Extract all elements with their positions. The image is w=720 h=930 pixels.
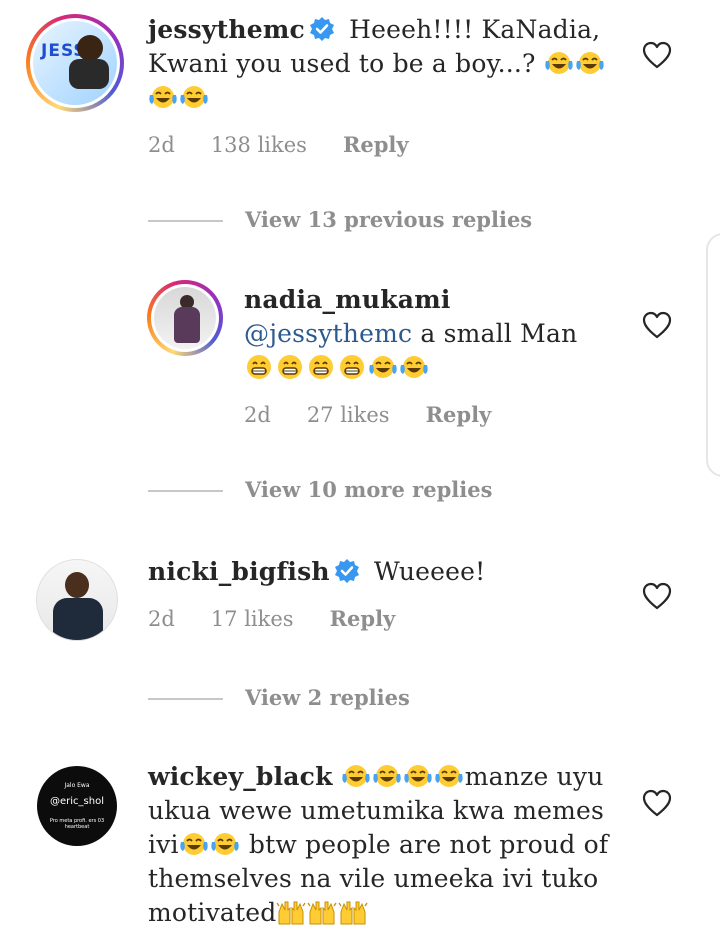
avatar-text: @eric_shol — [50, 796, 104, 807]
divider-line — [148, 220, 223, 222]
username-link[interactable]: wickey_black — [148, 762, 333, 791]
reply-text: nadia_mukami @jessythemc a small Man — [244, 283, 624, 385]
scroll-indicator[interactable] — [706, 233, 720, 477]
laughing-tears-emoji — [341, 762, 371, 790]
comment-time: 2d — [148, 133, 175, 157]
comment-body-line2: Kwani you used to be a boy...? — [148, 49, 536, 78]
laughing-tears-emoji — [544, 49, 574, 77]
comment-body-line3b: btw people are not proud of — [248, 830, 609, 859]
raising-hands-emoji — [307, 898, 337, 926]
avatar-wickey-black[interactable]: Jalo Ewa @eric_shol Pro meta profi. ers … — [37, 766, 117, 846]
laughing-tears-emoji — [434, 762, 464, 790]
comment-text: wickey_black manze uyu ukua wewe umetumi… — [148, 760, 628, 930]
comment-time: 2d — [148, 607, 175, 631]
laughing-tears-emoji — [368, 353, 398, 381]
comment-body-line2: ukua wewe umetumika kwa memes — [148, 796, 605, 825]
raising-hands-emoji — [338, 898, 368, 926]
verified-badge-icon — [334, 558, 360, 584]
comment-body: manze uyu — [464, 762, 604, 791]
comment-meta: 2d 27 likes Reply — [244, 402, 527, 427]
comment-body-line3: ivi — [148, 830, 179, 859]
avatar-nicki-bigfish[interactable] — [36, 559, 118, 641]
username-link[interactable]: jessythemc — [148, 15, 305, 44]
view-previous-replies-button[interactable]: View 13 previous replies — [245, 207, 532, 232]
comment-body-line5: motivated — [148, 898, 277, 927]
grinning-emoji — [337, 353, 367, 381]
avatar-text: Jalo Ewa — [64, 782, 90, 789]
laughing-tears-emoji — [403, 762, 433, 790]
laughing-tears-emoji — [399, 353, 429, 381]
likes-count[interactable]: 27 likes — [307, 403, 390, 427]
grinning-emoji — [275, 353, 305, 381]
comment-text: jessythemc Heeeh!!!! KaNadia, Kwani you … — [148, 13, 628, 115]
avatar-jessythemc[interactable]: JESSY — [26, 14, 124, 112]
laughing-tears-emoji — [179, 830, 209, 858]
heart-outline-icon[interactable] — [642, 582, 672, 610]
raising-hands-emoji — [276, 898, 306, 926]
likes-count[interactable]: 138 likes — [211, 133, 307, 157]
divider-line — [148, 698, 223, 700]
divider-line — [148, 490, 223, 492]
comment-body: Wueeee! — [373, 557, 486, 586]
comment-body: a small Man — [420, 319, 578, 348]
grinning-emoji — [244, 353, 274, 381]
laughing-tears-emoji — [148, 83, 178, 111]
heart-outline-icon[interactable] — [642, 41, 672, 69]
comment-body-line4: themselves na vile umeeka ivi tuko — [148, 864, 599, 893]
avatar-text: Pro meta profi. ers 03 heartbeat — [49, 818, 105, 830]
reply-button[interactable]: Reply — [426, 402, 492, 427]
laughing-tears-emoji — [372, 762, 402, 790]
username-link[interactable]: nicki_bigfish — [148, 557, 330, 586]
likes-count[interactable]: 17 likes — [211, 607, 294, 631]
laughing-tears-emoji — [179, 83, 209, 111]
laughing-tears-emoji — [210, 830, 240, 858]
username-link[interactable]: nadia_mukami — [244, 285, 451, 314]
comment-meta: 2d 17 likes Reply — [148, 606, 431, 631]
avatar-nadia-mukami[interactable] — [147, 280, 223, 356]
reply-button[interactable]: Reply — [330, 606, 396, 631]
heart-outline-icon[interactable] — [642, 789, 672, 817]
verified-badge-icon — [309, 16, 335, 42]
grinning-emoji — [306, 353, 336, 381]
view-replies-button[interactable]: View 2 replies — [245, 685, 410, 710]
comment-text: nicki_bigfish Wueeee! — [148, 555, 628, 589]
comment-meta: 2d 138 likes Reply — [148, 132, 445, 157]
comment-time: 2d — [244, 403, 271, 427]
mention-link[interactable]: @jessythemc — [244, 319, 412, 348]
view-more-replies-button[interactable]: View 10 more replies — [245, 477, 492, 502]
reply-button[interactable]: Reply — [343, 132, 409, 157]
heart-outline-icon[interactable] — [642, 311, 672, 339]
laughing-tears-emoji — [575, 49, 605, 77]
comment-body: Heeeh!!!! KaNadia, — [349, 15, 601, 44]
